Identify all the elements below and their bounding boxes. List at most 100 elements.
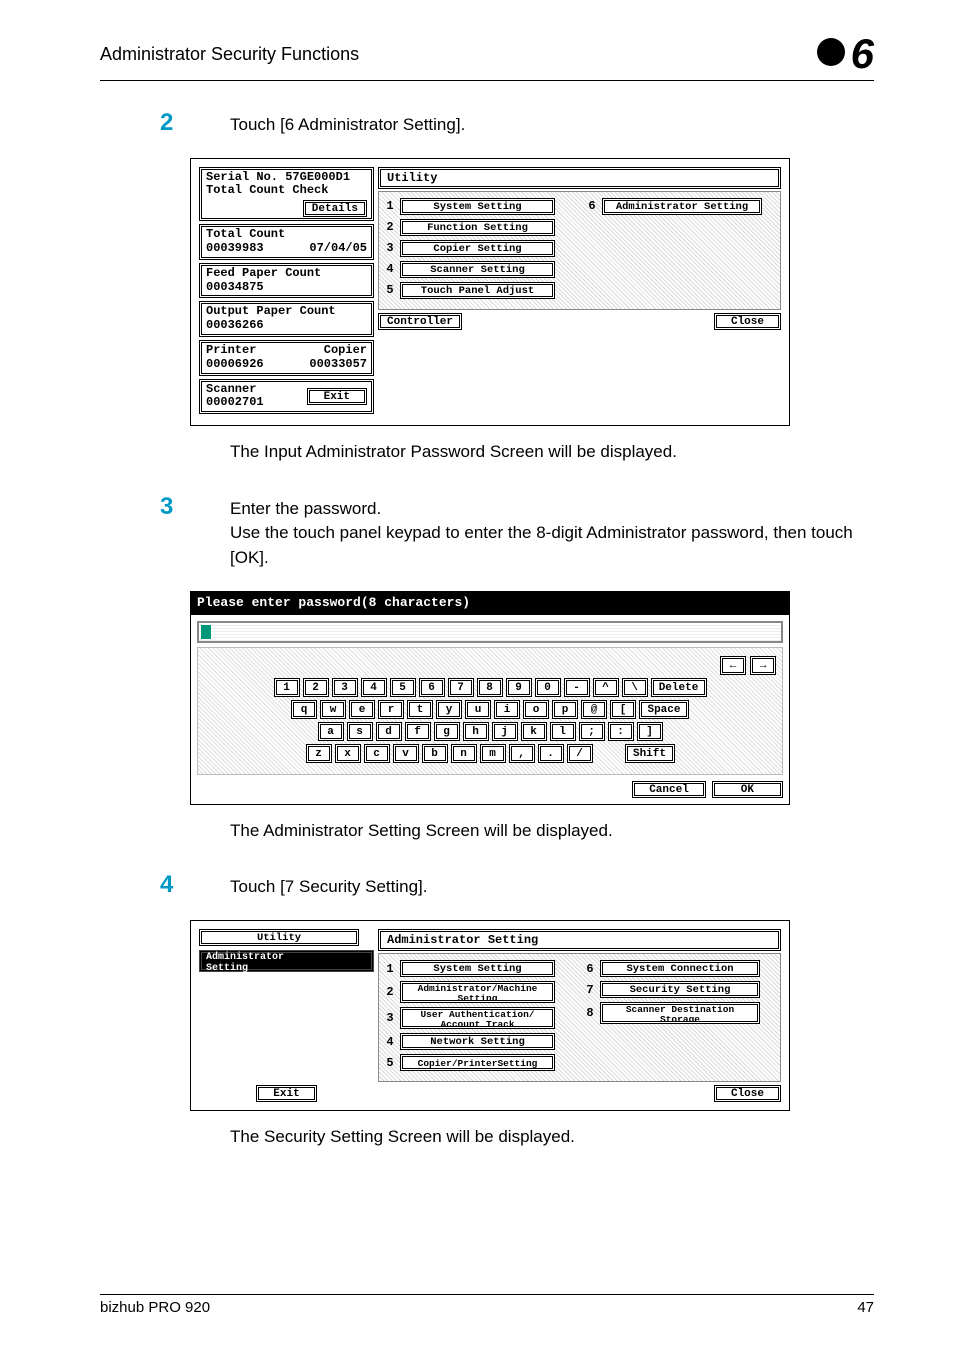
key-p[interactable]: p xyxy=(552,700,578,719)
shift-key[interactable]: Shift xyxy=(625,744,675,763)
exit-button[interactable]: Exit xyxy=(256,1085,316,1102)
step-4-number: 4 xyxy=(160,871,230,900)
key-e[interactable]: e xyxy=(349,700,375,719)
function-setting-button[interactable]: Function Setting xyxy=(400,219,555,236)
key-d[interactable]: d xyxy=(376,722,402,741)
key-b[interactable]: b xyxy=(422,744,448,763)
key-o[interactable]: o xyxy=(523,700,549,719)
key-n[interactable]: n xyxy=(451,744,477,763)
key-8[interactable]: 8 xyxy=(477,678,503,697)
output-paper-value: 00036266 xyxy=(206,319,367,333)
key-v[interactable]: v xyxy=(393,744,419,763)
key-u[interactable]: u xyxy=(465,700,491,719)
product-name: bizhub PRO 920 xyxy=(100,1299,210,1316)
key-x[interactable]: x xyxy=(335,744,361,763)
cancel-button[interactable]: Cancel xyxy=(632,781,706,798)
step-3-number: 3 xyxy=(160,493,230,571)
scanner-label: Scanner xyxy=(206,383,264,397)
step-4-result-text: The Security Setting Screen will be disp… xyxy=(230,1125,874,1150)
key-:[interactable]: : xyxy=(608,722,634,741)
key-][interactable]: ] xyxy=(637,722,663,741)
key-1[interactable]: 1 xyxy=(274,678,300,697)
key--[interactable]: - xyxy=(564,678,590,697)
touch-panel-adjust-button[interactable]: Touch Panel Adjust xyxy=(400,282,555,299)
feed-paper-label: Feed Paper Count xyxy=(206,267,367,281)
key-2[interactable]: 2 xyxy=(303,678,329,697)
scanner-setting-button[interactable]: Scanner Setting xyxy=(400,261,555,278)
admin-setting-screen: Utility Administrator Setting Exit Admin… xyxy=(190,920,790,1111)
admin-machine-setting-button[interactable]: Administrator/MachineSetting xyxy=(400,981,555,1003)
utility-screen: Serial No. 57GE000D1 Total Count Check D… xyxy=(190,158,790,427)
space-key[interactable]: Space xyxy=(639,700,689,719)
details-button[interactable]: Details xyxy=(303,200,367,217)
delete-key[interactable]: Delete xyxy=(651,678,707,697)
key-k[interactable]: k xyxy=(521,722,547,741)
controller-button[interactable]: Controller xyxy=(378,313,462,330)
key-9[interactable]: 9 xyxy=(506,678,532,697)
copier-value: 00033057 xyxy=(309,358,367,372)
output-paper-label: Output Paper Count xyxy=(206,305,367,319)
key-y[interactable]: y xyxy=(436,700,462,719)
key-0[interactable]: 0 xyxy=(535,678,561,697)
key-@[interactable]: @ xyxy=(581,700,607,719)
key-j[interactable]: j xyxy=(492,722,518,741)
network-setting-button[interactable]: Network Setting xyxy=(400,1033,555,1050)
key-^[interactable]: ^ xyxy=(593,678,619,697)
key-c[interactable]: c xyxy=(364,744,390,763)
key-l[interactable]: l xyxy=(550,722,576,741)
security-setting-button[interactable]: Security Setting xyxy=(600,981,760,998)
key-[[interactable]: [ xyxy=(610,700,636,719)
key-h[interactable]: h xyxy=(463,722,489,741)
arrow-left-key[interactable]: ← xyxy=(720,656,746,675)
key-w[interactable]: w xyxy=(320,700,346,719)
user-auth-button[interactable]: User Authentication/Account Track xyxy=(400,1007,555,1029)
key-;[interactable]: ; xyxy=(579,722,605,741)
key-m[interactable]: m xyxy=(480,744,506,763)
key-r[interactable]: r xyxy=(378,700,404,719)
step-3-line1: Enter the password. xyxy=(230,497,874,522)
utility-title: Utility xyxy=(378,167,781,189)
system-setting-button[interactable]: System Setting xyxy=(400,198,555,215)
key-a[interactable]: a xyxy=(318,722,344,741)
close-button[interactable]: Close xyxy=(714,1085,781,1102)
copier-label: Copier xyxy=(324,344,367,358)
total-count-date: 07/04/05 xyxy=(309,242,367,256)
key-3[interactable]: 3 xyxy=(332,678,358,697)
key-z[interactable]: z xyxy=(306,744,332,763)
total-count-label: Total Count xyxy=(206,228,367,242)
key-\[interactable]: \ xyxy=(622,678,648,697)
key-t[interactable]: t xyxy=(407,700,433,719)
key-5[interactable]: 5 xyxy=(390,678,416,697)
administrator-setting-button[interactable]: Administrator Setting xyxy=(602,198,762,215)
key-6[interactable]: 6 xyxy=(419,678,445,697)
password-input[interactable] xyxy=(197,621,783,643)
utility-button[interactable]: Utility xyxy=(199,929,359,946)
system-connection-button[interactable]: System Connection xyxy=(600,960,760,977)
page-number: 47 xyxy=(857,1299,874,1316)
key-4[interactable]: 4 xyxy=(361,678,387,697)
key-s[interactable]: s xyxy=(347,722,373,741)
step-4-text: Touch [7 Security Setting]. xyxy=(230,871,874,900)
scanner-value: 00002701 xyxy=(206,396,264,410)
ok-button[interactable]: OK xyxy=(712,781,783,798)
key-q[interactable]: q xyxy=(291,700,317,719)
exit-button[interactable]: Exit xyxy=(307,388,367,405)
scanner-dest-storage-button[interactable]: Scanner DestinationStorage xyxy=(600,1002,760,1024)
password-prompt: Please enter password(8 characters) xyxy=(191,592,789,615)
chapter-number: 6 xyxy=(817,30,874,78)
key-f[interactable]: f xyxy=(405,722,431,741)
admin-system-setting-button[interactable]: System Setting xyxy=(400,960,555,977)
copier-setting-button[interactable]: Copier Setting xyxy=(400,240,555,257)
key-/[interactable]: / xyxy=(567,744,593,763)
key-g[interactable]: g xyxy=(434,722,460,741)
administrator-setting-tab[interactable]: Administrator Setting xyxy=(199,950,374,972)
key-i[interactable]: i xyxy=(494,700,520,719)
feed-paper-value: 00034875 xyxy=(206,281,367,295)
copier-printer-setting-button[interactable]: Copier/PrinterSetting xyxy=(400,1054,555,1071)
key-7[interactable]: 7 xyxy=(448,678,474,697)
key-,[interactable]: , xyxy=(509,744,535,763)
key-.[interactable]: . xyxy=(538,744,564,763)
arrow-right-key[interactable]: → xyxy=(750,656,776,675)
step-3-result-text: The Administrator Setting Screen will be… xyxy=(230,819,874,844)
close-button[interactable]: Close xyxy=(714,313,781,330)
